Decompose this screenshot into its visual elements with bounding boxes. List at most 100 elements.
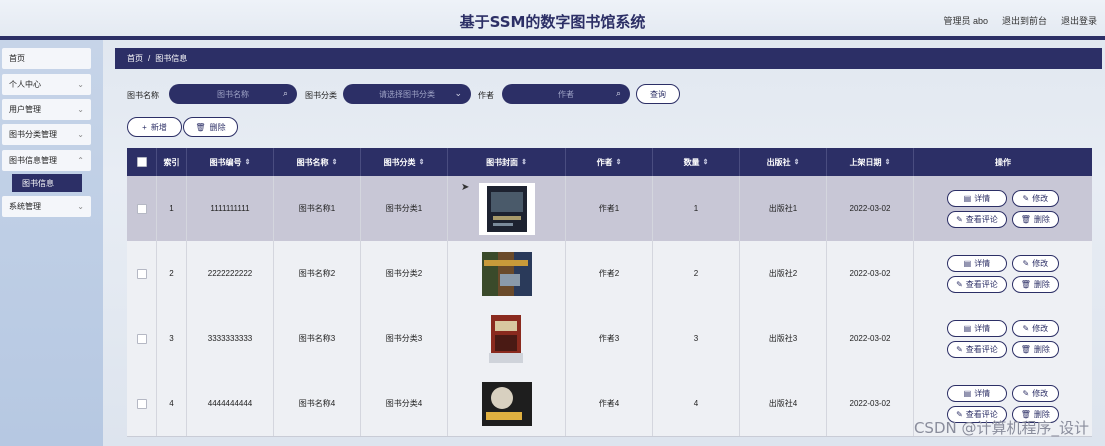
col-book-no[interactable]: 图书编号 ⇕ bbox=[187, 148, 274, 176]
sort-icon: ⇕ bbox=[244, 159, 251, 166]
sort-icon: ⇕ bbox=[615, 159, 622, 166]
book-cover-image[interactable] bbox=[479, 313, 535, 365]
cell-date: 2022-03-02 bbox=[827, 371, 914, 436]
pencil-icon: ✎ bbox=[1022, 193, 1030, 203]
row-checkbox-cell[interactable] bbox=[127, 176, 157, 241]
op-label: 查看评论 bbox=[965, 279, 998, 289]
cell-operations: ▤ 详情 ✎ 修改 ✎ 查看评论 🗑 删除 bbox=[914, 306, 1092, 371]
delete-button[interactable]: 🗑 删除 bbox=[1011, 340, 1059, 358]
col-book-name[interactable]: 图书名称 ⇕ bbox=[274, 148, 361, 176]
op-label: 修改 bbox=[1032, 258, 1049, 268]
book-cover-graphic bbox=[488, 314, 523, 363]
delete-button[interactable]: 🗑 删除 bbox=[1011, 275, 1059, 293]
detail-button[interactable]: ▤ 详情 bbox=[947, 319, 1007, 337]
col-author[interactable]: 作者 ⇕ bbox=[566, 148, 653, 176]
checkbox-icon bbox=[136, 268, 147, 279]
book-cover-image[interactable] bbox=[479, 248, 535, 300]
category-select[interactable]: 请选择图书分类 ⌄ bbox=[343, 84, 471, 104]
sidebar-item-label: 图书信息管理 bbox=[9, 156, 57, 165]
sidebar-item-label: 系统管理 bbox=[9, 202, 41, 211]
edit-button[interactable]: ✎ 修改 bbox=[1011, 319, 1059, 337]
cell-category: 图书分类1 bbox=[361, 176, 448, 241]
col-publisher[interactable]: 出版社 ⇕ bbox=[740, 148, 827, 176]
back-to-front-link[interactable]: 退出到前台 bbox=[1002, 14, 1047, 27]
col-label: 索引 bbox=[163, 157, 180, 167]
sidebar-item-personal-center[interactable]: 个人中心 ⌄ bbox=[2, 74, 91, 95]
op-label: 查看评论 bbox=[965, 214, 998, 224]
batch-delete-button[interactable]: 🗑 删除 bbox=[183, 117, 238, 137]
row-checkbox-cell[interactable] bbox=[127, 241, 157, 306]
col-label: 出版社 bbox=[766, 157, 791, 167]
op-label: 修改 bbox=[1032, 323, 1049, 333]
row-checkbox-cell[interactable] bbox=[127, 306, 157, 371]
book-cover-graphic bbox=[481, 381, 532, 426]
cell-index: 2 bbox=[157, 241, 187, 306]
trash-icon: 🗑 bbox=[1020, 214, 1031, 224]
sidebar-item-category-management[interactable]: 图书分类管理 ⌄ bbox=[2, 124, 91, 145]
book-cover-image[interactable] bbox=[478, 182, 535, 235]
sidebar-item-home[interactable]: 首页 bbox=[2, 48, 91, 69]
cell-category: 图书分类3 bbox=[361, 306, 448, 371]
author-input[interactable]: 作者 ⌕ bbox=[502, 84, 630, 104]
breadcrumb-home[interactable]: 首页 bbox=[127, 53, 143, 64]
sidebar-item-book-management[interactable]: 图书信息管理 ⌃ bbox=[2, 150, 91, 171]
query-button[interactable]: 查询 bbox=[636, 84, 680, 104]
cell-author: 作者4 bbox=[566, 371, 653, 436]
sidebar-item-label: 图书分类管理 bbox=[9, 130, 57, 139]
cell-operations: ▤ 详情 ✎ 修改 ✎ 查看评论 🗑 删除 bbox=[914, 241, 1092, 306]
sidebar-item-label: 用户管理 bbox=[9, 105, 41, 114]
edit-button[interactable]: ✎ 修改 bbox=[1011, 384, 1059, 402]
view-comments-button[interactable]: ✎ 查看评论 bbox=[947, 340, 1007, 358]
view-comments-button[interactable]: ✎ 查看评论 bbox=[947, 210, 1007, 228]
cell-quantity: 3 bbox=[653, 306, 740, 371]
detail-button[interactable]: ▤ 详情 bbox=[947, 384, 1007, 402]
row-checkbox-cell[interactable] bbox=[127, 371, 157, 436]
col-cover[interactable]: 图书封面 ⇕ bbox=[448, 148, 566, 176]
header-divider bbox=[0, 36, 1105, 40]
cell-book-name: 图书名称2 bbox=[274, 241, 361, 306]
sidebar-item-label: 个人中心 bbox=[9, 80, 41, 89]
logout-link[interactable]: 退出登录 bbox=[1061, 14, 1097, 27]
cell-quantity: 1 bbox=[653, 176, 740, 241]
cell-book-no: 4444444444 bbox=[187, 371, 274, 436]
pencil-icon: ✎ bbox=[1022, 323, 1030, 333]
cell-book-name: 图书名称1 bbox=[274, 176, 361, 241]
book-name-input[interactable]: 图书名称 ⌕ bbox=[169, 84, 297, 104]
select-all-checkbox[interactable] bbox=[127, 148, 157, 176]
delete-button[interactable]: 🗑 删除 bbox=[1011, 210, 1059, 228]
col-date[interactable]: 上架日期 ⇕ bbox=[827, 148, 914, 176]
col-category[interactable]: 图书分类 ⇕ bbox=[361, 148, 448, 176]
book-cover-image[interactable] bbox=[479, 378, 535, 430]
view-comments-button[interactable]: ✎ 查看评论 bbox=[947, 275, 1007, 293]
book-cover-graphic bbox=[481, 251, 532, 296]
edit-button[interactable]: ✎ 修改 bbox=[1011, 254, 1059, 272]
document-icon: ▤ bbox=[963, 388, 972, 398]
cell-quantity: 4 bbox=[653, 371, 740, 436]
sidebar-item-user-management[interactable]: 用户管理 ⌄ bbox=[2, 99, 91, 120]
cell-author: 作者1 bbox=[566, 176, 653, 241]
sidebar-item-system-management[interactable]: 系统管理 ⌄ bbox=[2, 196, 91, 217]
book-cover-graphic bbox=[486, 185, 527, 232]
col-label: 图书名称 bbox=[296, 157, 329, 167]
breadcrumb-separator: / bbox=[148, 54, 151, 63]
add-button[interactable]: + 新增 bbox=[127, 117, 182, 137]
col-quantity[interactable]: 数量 ⇕ bbox=[653, 148, 740, 176]
chevron-down-icon: ⌄ bbox=[77, 202, 84, 211]
watermark: CSDN @计算机程序_设计 bbox=[913, 419, 1089, 437]
detail-button[interactable]: ▤ 详情 bbox=[947, 254, 1007, 272]
sort-icon: ⇕ bbox=[418, 159, 425, 166]
top-header: 基于SSM的数字图书馆系统 管理员 abo 退出到前台 退出登录 bbox=[0, 0, 1105, 36]
admin-label: 管理员 abo bbox=[943, 16, 988, 26]
cell-index: 1 bbox=[157, 176, 187, 241]
table-header: 索引 图书编号 ⇕ 图书名称 ⇕ 图书分类 ⇕ 图书封面 ⇕ 作者 ⇕ 数量 ⇕ 出版社 ⇕ … bbox=[127, 148, 1092, 176]
checkbox-icon bbox=[136, 203, 147, 214]
sidebar-subitem-book-info[interactable]: 图书信息 bbox=[12, 174, 82, 192]
detail-button[interactable]: ▤ 详情 bbox=[947, 189, 1007, 207]
search-icon: ⌕ bbox=[282, 88, 288, 98]
op-label: 查看评论 bbox=[965, 344, 998, 354]
pencil-icon: ✎ bbox=[956, 344, 963, 354]
cell-book-no: 1111111111 bbox=[187, 176, 274, 241]
checkbox-icon bbox=[136, 398, 147, 409]
edit-button[interactable]: ✎ 修改 bbox=[1011, 189, 1059, 207]
op-label: 详情 bbox=[974, 323, 991, 333]
